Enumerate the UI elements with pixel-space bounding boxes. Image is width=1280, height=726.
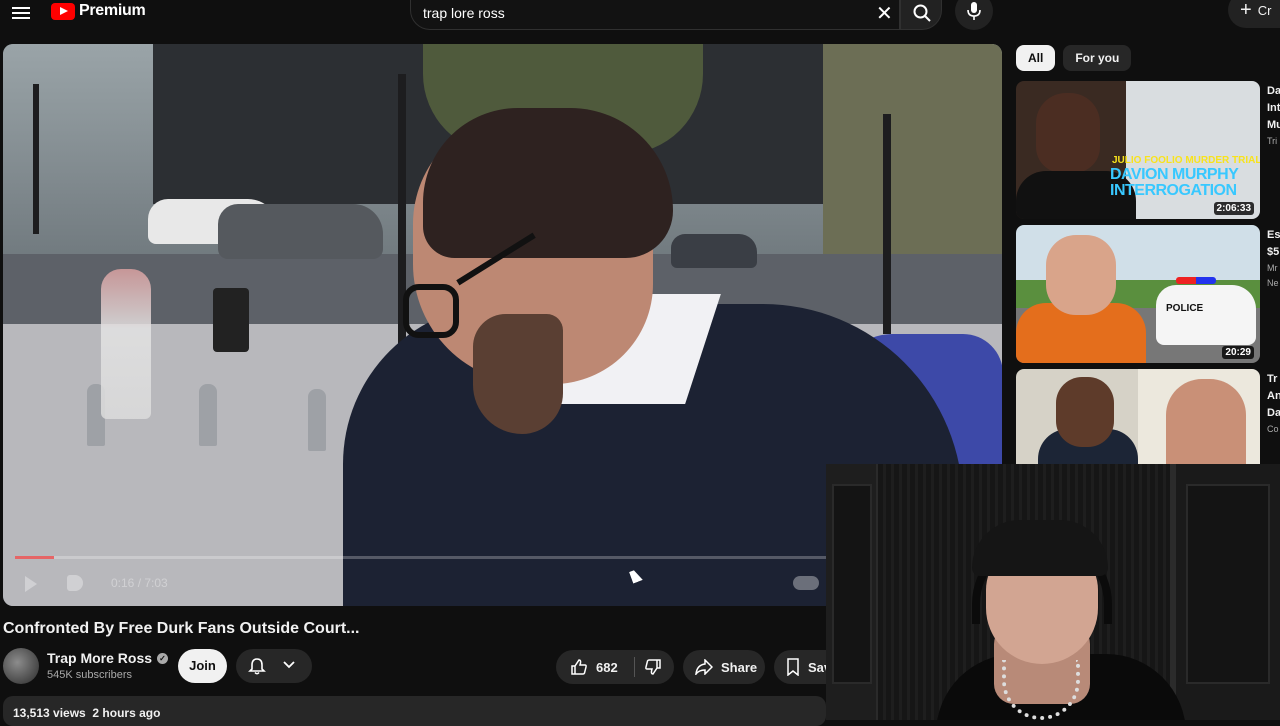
recommendation-title: Es <box>1267 229 1280 241</box>
webcam-overlay <box>826 464 1280 720</box>
search-input[interactable] <box>423 5 843 21</box>
video-title: Confronted By Free Durk Fans Outside Cou… <box>3 620 360 637</box>
share-label: Share <box>721 659 758 675</box>
bookmark-icon <box>787 658 799 676</box>
share-icon <box>695 659 713 675</box>
upload-age: 2 hours ago <box>92 706 161 720</box>
chip-all[interactable]: All <box>1016 45 1056 71</box>
create-button[interactable]: + Cr <box>1228 0 1280 28</box>
thumbnail-label: POLICE <box>1166 303 1204 314</box>
dislike-button[interactable] <box>636 650 674 684</box>
bell-icon <box>248 658 266 675</box>
duration-badge: 20:29 <box>1222 346 1254 359</box>
recommendation-text[interactable]: Es $5 Mr Ne <box>1267 227 1280 291</box>
recommendation-channel: Tri <box>1267 136 1278 146</box>
channel-name-row[interactable]: Trap More Ross ✓ <box>47 650 169 666</box>
recommendation-title: Da <box>1267 85 1280 97</box>
recommendation-item[interactable]: JULIO FOOLIO MURDER TRIAL DAVION MURPHY … <box>1016 81 1280 221</box>
like-dislike-group: 682 <box>556 650 674 684</box>
share-button[interactable]: Share <box>683 650 765 684</box>
chip-for-you[interactable]: For you <box>1063 45 1132 71</box>
subscriber-count: 545K subscribers <box>47 669 132 681</box>
duration-badge: 2:06:33 <box>1213 202 1254 215</box>
glasses <box>403 284 459 338</box>
recommendation-title: Tr <box>1267 373 1278 385</box>
play-icon[interactable] <box>25 576 37 592</box>
thumbs-up-icon <box>571 659 587 675</box>
search-box <box>410 0 900 30</box>
recommendation-channel: Mr <box>1267 263 1278 273</box>
chevron-down-icon <box>283 661 295 669</box>
like-count: 682 <box>596 659 618 675</box>
recommendation-channel: Co <box>1267 424 1279 434</box>
description-box[interactable]: 13,513 views 2 hours ago <box>3 696 826 726</box>
volume-icon[interactable] <box>67 575 83 591</box>
logo-text: Premium <box>79 2 146 19</box>
thumbnail-title: DAVION MURPHY INTERROGATION <box>1110 166 1239 199</box>
clear-search-icon[interactable]: ✕ <box>876 1 893 26</box>
verified-icon: ✓ <box>157 652 169 664</box>
search-button[interactable] <box>900 0 942 30</box>
view-count: 13,513 views <box>13 706 86 720</box>
top-bar: Premium ✕ + Cr <box>0 0 1280 30</box>
create-label: Cr <box>1257 2 1272 18</box>
thumbnail-subtitle: JULIO FOOLIO MURDER TRIAL <box>1112 155 1260 166</box>
plus-icon: + <box>1240 0 1252 21</box>
recommendation-text[interactable]: Da Int Mu Tri <box>1267 83 1280 149</box>
filter-chips: All For you <box>1016 45 1132 71</box>
channel-avatar[interactable] <box>3 648 39 684</box>
microphone-icon <box>967 2 981 20</box>
hamburger-menu-icon[interactable] <box>12 4 30 22</box>
like-button[interactable]: 682 <box>556 650 634 684</box>
cap <box>972 520 1108 576</box>
progress-fill <box>15 556 54 559</box>
search-icon <box>913 4 931 22</box>
video-thumbnail[interactable]: POLICE 20:29 <box>1016 225 1260 363</box>
autoplay-toggle[interactable] <box>793 576 819 590</box>
view-info: 13,513 views 2 hours ago <box>13 706 160 720</box>
video-thumbnail[interactable]: JULIO FOOLIO MURDER TRIAL DAVION MURPHY … <box>1016 81 1260 219</box>
recommendation-text[interactable]: Tr An Da Co <box>1267 371 1280 437</box>
like-divider <box>634 657 635 677</box>
thumbs-down-icon <box>645 659 661 675</box>
join-button[interactable]: Join <box>178 649 227 683</box>
channel-name[interactable]: Trap More Ross <box>47 650 152 666</box>
youtube-play-icon <box>51 2 75 20</box>
recommendation-item[interactable]: POLICE 20:29 Es $5 Mr Ne <box>1016 225 1280 365</box>
voice-search-button[interactable] <box>955 0 993 30</box>
youtube-logo[interactable]: Premium <box>51 2 146 20</box>
time-display: 0:16 / 7:03 <box>111 576 168 590</box>
notification-button[interactable] <box>236 649 312 683</box>
